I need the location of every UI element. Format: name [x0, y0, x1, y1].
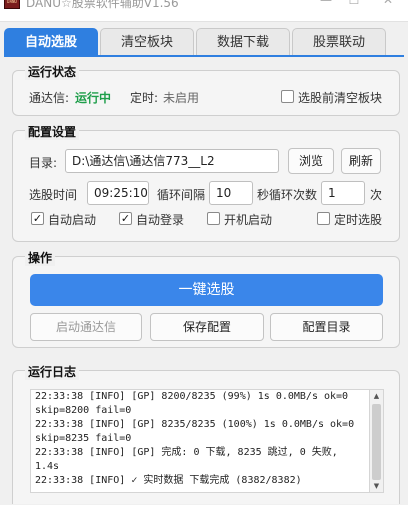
actions-group: 操作 一键选股 启动通达信 保存配置 配置目录: [12, 249, 400, 348]
scroll-up-icon[interactable]: ▲: [370, 390, 383, 402]
tab-stock-link[interactable]: 股票联动: [292, 28, 386, 56]
auto-start-label: 自动启动: [48, 213, 97, 227]
status-group-title: 运行状态: [25, 63, 80, 80]
dir-input[interactable]: D:\通达信\通达信773__L2: [65, 149, 279, 173]
timed-select-checkbox[interactable]: [317, 212, 330, 225]
clear-before-label: 选股前清空板块: [298, 91, 383, 105]
tdx-status-value: 运行中: [75, 91, 112, 105]
actions-group-title: 操作: [25, 249, 56, 266]
window-title: DANU☆股票软件辅助V1.56: [26, 0, 179, 10]
clear-before-checkbox[interactable]: [281, 90, 294, 103]
tab-data-download[interactable]: 数据下载: [196, 28, 290, 56]
log-scrollbar[interactable]: ▲ ▼: [370, 389, 384, 493]
count-input[interactable]: 1: [321, 181, 365, 205]
tab-bar: 自动选股 清空板块 数据下载 股票联动: [4, 28, 404, 56]
timed-select-label: 定时选股: [334, 213, 383, 227]
tab-clear-blocks[interactable]: 清空板块: [100, 28, 194, 56]
start-tdx-button[interactable]: 启动通达信: [30, 313, 142, 341]
timer-label: 定时:: [130, 91, 159, 105]
count-label: 秒循环次数: [257, 188, 318, 202]
maximize-icon[interactable]: ☐: [346, 0, 362, 8]
title-bar: DANU DANU☆股票软件辅助V1.56 — ☐ ✕: [0, 0, 408, 22]
browse-button[interactable]: 浏览: [288, 148, 334, 174]
log-line: 22:33:38 [INFO] [GP] 完成: 0 下载, 8235 跳过, …: [35, 447, 344, 472]
save-config-button[interactable]: 保存配置: [150, 313, 264, 341]
log-output[interactable]: 22:33:38 [INFO] [GP] 8200/8235 (99%) 1s …: [30, 389, 370, 493]
boot-start-label: 开机启动: [224, 213, 273, 227]
dir-label: 目录:: [29, 156, 58, 170]
minimize-icon[interactable]: —: [318, 0, 334, 8]
timer-value: 未启用: [163, 91, 200, 105]
close-icon[interactable]: ✕: [380, 0, 396, 8]
count-unit: 次: [370, 188, 383, 202]
interval-input[interactable]: 10: [209, 181, 253, 205]
auto-login-checkbox[interactable]: ✓: [119, 212, 132, 225]
auto-start-checkbox[interactable]: ✓: [31, 212, 44, 225]
boot-start-checkbox[interactable]: [207, 212, 220, 225]
tdx-status-label: 通达信:: [29, 91, 70, 105]
config-group-title: 配置设置: [25, 123, 80, 140]
log-line: 22:33:38 [INFO] ✓ 实时数据 下载完成 (8382/8382): [35, 475, 302, 486]
time-label: 选股时间: [29, 188, 78, 202]
log-group-title: 运行日志: [25, 363, 80, 380]
status-group: 运行状态 通达信: 运行中 定时: 未启用 选股前清空板块: [12, 63, 400, 116]
log-line: 22:33:38 [INFO] [GP] 8235/8235 (100%) 1s…: [35, 419, 361, 444]
config-dir-button[interactable]: 配置目录: [270, 313, 383, 341]
time-input[interactable]: 09:25:10: [87, 181, 149, 205]
interval-label: 循环间隔: [157, 188, 206, 202]
one-click-select-button[interactable]: 一键选股: [30, 274, 383, 306]
app-icon: DANU: [4, 0, 20, 9]
scroll-thumb[interactable]: [372, 404, 381, 480]
auto-login-label: 自动登录: [136, 213, 185, 227]
refresh-button[interactable]: 刷新: [341, 148, 381, 174]
tab-auto-select[interactable]: 自动选股: [4, 28, 98, 56]
log-line: 22:33:38 [INFO] [GP] 8200/8235 (99%) 1s …: [35, 391, 355, 416]
config-group: 配置设置 目录: D:\通达信\通达信773__L2 浏览 刷新 选股时间 09…: [12, 123, 400, 242]
scroll-down-icon[interactable]: ▼: [370, 480, 383, 492]
tab-underline: [4, 55, 404, 57]
